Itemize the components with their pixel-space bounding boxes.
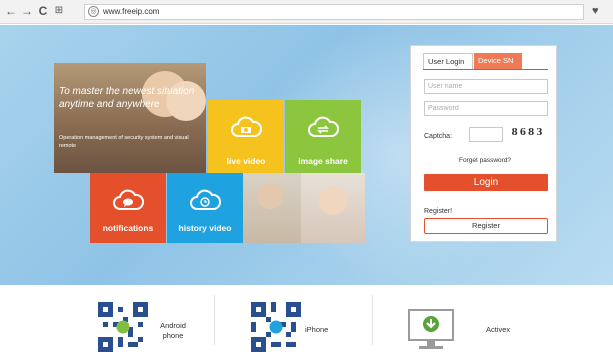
captcha-field[interactable] xyxy=(469,127,503,142)
family-photo-banner: To master the newest situation anytime a… xyxy=(54,63,206,173)
tab-underline xyxy=(423,69,548,70)
activex-download-label[interactable]: Activex xyxy=(486,325,510,335)
live-video-label: live video xyxy=(226,156,266,166)
clock-cloud-icon xyxy=(190,189,221,210)
android-qr-code xyxy=(98,302,148,352)
forward-arrow-icon[interactable]: → xyxy=(20,4,34,18)
history-video-tile[interactable]: history video xyxy=(167,173,243,243)
globe-icon: ◎ xyxy=(88,6,99,17)
register-label: Register! xyxy=(424,208,453,215)
live-video-tile[interactable]: live video xyxy=(208,100,284,176)
heart-icon[interactable]: ♥ xyxy=(592,5,599,17)
notifications-label: notifications xyxy=(102,223,154,233)
divider xyxy=(372,295,373,345)
share-cloud-icon xyxy=(308,116,339,137)
notifications-tile[interactable]: notifications xyxy=(90,173,166,243)
back-arrow-icon[interactable]: ← xyxy=(4,4,18,18)
username-field[interactable] xyxy=(424,79,548,94)
captcha-label: Captcha: xyxy=(424,133,453,140)
grandmother-photo xyxy=(243,173,301,243)
banner-subtitle: Operation management of security system … xyxy=(59,135,189,149)
reload-icon[interactable]: C xyxy=(36,4,50,18)
password-field[interactable] xyxy=(424,101,548,116)
login-button[interactable]: Login xyxy=(424,174,548,191)
address-bar[interactable]: ◎ www.freeip.com xyxy=(84,4,584,20)
history-video-label: history video xyxy=(178,223,232,233)
apps-grid-icon[interactable]: ⊞ xyxy=(52,4,66,18)
camera-cloud-icon xyxy=(231,116,262,137)
captcha-image[interactable]: 8683 xyxy=(511,126,545,141)
chat-cloud-icon xyxy=(113,189,144,210)
forgot-password-link[interactable]: Forget password? xyxy=(459,157,511,164)
browser-toolbar: ← → C ⊞ ◎ www.freeip.com ♥ xyxy=(0,0,613,24)
login-panel: User Login Device SN Captcha: 8683 Forge… xyxy=(410,45,557,242)
android-download-label[interactable]: Android phone xyxy=(153,321,193,341)
divider xyxy=(214,295,215,345)
iphone-qr-code xyxy=(251,302,301,352)
banner-title: To master the newest situation anytime a… xyxy=(59,86,195,110)
register-button[interactable]: Register xyxy=(424,218,548,234)
image-share-tile[interactable]: image share xyxy=(285,100,361,176)
download-footer: Android phone iPhone Activex xyxy=(0,285,613,359)
child-eating-photo xyxy=(301,173,365,243)
address-url: www.freeip.com xyxy=(103,7,160,16)
hero-section: To master the newest situation anytime a… xyxy=(0,25,613,285)
monitor-download-icon[interactable] xyxy=(408,308,454,352)
tab-device-sn[interactable]: Device SN xyxy=(474,53,522,69)
iphone-download-label[interactable]: iPhone xyxy=(305,325,328,335)
image-share-label: image share xyxy=(298,156,348,166)
tab-user-login[interactable]: User Login xyxy=(423,53,473,69)
